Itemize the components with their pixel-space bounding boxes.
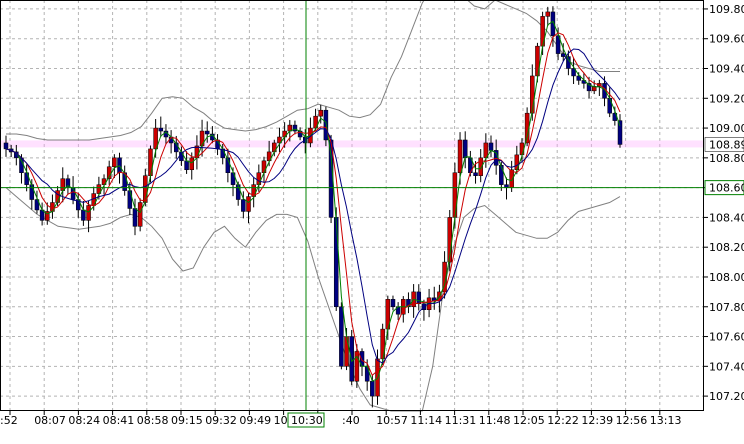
candle-body (339, 306, 344, 367)
x-tick-label: 09:49 (239, 414, 271, 427)
crosshair-price-text: 108.60 (709, 182, 744, 195)
current-price-text: 108.89 (709, 138, 744, 151)
candle-body (364, 366, 370, 382)
x-tick-label: 08:41 (103, 414, 135, 427)
current-price-label: 108.89 (704, 137, 744, 152)
x-tick-label: 11:48 (479, 414, 511, 427)
candle-body (246, 196, 251, 212)
candle-body (370, 380, 375, 397)
price-chart: 109.80109.60109.40109.20109.00108.80108.… (0, 0, 744, 428)
candle-body (50, 202, 55, 212)
candle-body (416, 291, 422, 305)
x-tick-label: 11:14 (410, 414, 442, 427)
y-tick-label: 107.20 (709, 390, 744, 403)
candle-body (499, 165, 504, 185)
x-tick-label: 08:24 (68, 414, 100, 427)
candle-body (566, 56, 571, 69)
candle-body (148, 148, 153, 176)
candle-body (349, 336, 354, 382)
x-axis: :52 08:0708:2408:4108:5809:1509:3209:49 10… (0, 411, 682, 427)
candle-body (457, 139, 463, 173)
y-tick-label: 109.20 (709, 92, 744, 105)
candle-body (261, 160, 267, 173)
crosshair-time-text: 10:30 (291, 414, 323, 427)
candle-body (462, 139, 468, 159)
y-tick-label: 108.20 (709, 241, 744, 254)
candle-body (3, 142, 9, 150)
candle-body (137, 202, 143, 227)
y-tick-label: 109.80 (709, 3, 744, 16)
candle-body (545, 11, 551, 17)
candle-body (127, 190, 133, 209)
candle-body (204, 130, 210, 135)
candle-body (184, 160, 189, 171)
x-tick-label: :40 (342, 414, 360, 427)
y-tick-label: 108.40 (709, 211, 744, 224)
y-tick-label: 108.80 (709, 152, 744, 165)
candle-body (333, 217, 339, 308)
y-tick-label: 108.00 (709, 271, 744, 284)
candle-body (560, 53, 566, 57)
candle-body (81, 209, 86, 221)
candle-body (473, 172, 478, 176)
y-tick-label: 109.60 (709, 33, 744, 46)
crosshair-price-label: 108.60 (704, 180, 744, 196)
candle-body (241, 199, 246, 212)
x-tick-label: 11:31 (445, 414, 477, 427)
candle-body (112, 157, 117, 168)
candle-body (519, 142, 525, 156)
x-tick-label: 09:15 (171, 414, 203, 427)
candle-body (189, 157, 194, 171)
x-tick-label: 13:13 (650, 414, 682, 427)
y-tick-label: 107.60 (709, 331, 744, 344)
candle-body (488, 142, 494, 151)
crosshair-time-label: 10:30 (287, 412, 325, 428)
y-axis: 109.80109.60109.40109.20109.00108.80108.… (704, 3, 744, 403)
current-price-band (0, 140, 704, 148)
candle-body (158, 127, 164, 132)
candle-body (617, 120, 623, 145)
y-tick-label: 109.00 (709, 122, 744, 135)
x-tick-label: 08:58 (137, 414, 169, 427)
candle-body (132, 208, 138, 227)
candle-body (452, 172, 458, 218)
y-tick-label: 109.40 (709, 63, 744, 76)
x-tick-label: :52 (0, 414, 18, 427)
y-tick-label: 107.40 (709, 360, 744, 373)
x-tick-label: 12:39 (581, 414, 613, 427)
x-tick-label: 09:32 (205, 414, 237, 427)
x-tick-label: 08:07 (34, 414, 66, 427)
y-tick-label: 107.80 (709, 301, 744, 314)
x-tick-label: 10:57 (376, 414, 408, 427)
candle-body (318, 109, 323, 117)
x-tick-label: 12:22 (547, 414, 579, 427)
candle-body (86, 205, 91, 221)
candle-body (256, 172, 262, 185)
x-tick-label: 12:56 (616, 414, 648, 427)
x-tick-label: 12:05 (513, 414, 545, 427)
candle-body (390, 299, 396, 308)
